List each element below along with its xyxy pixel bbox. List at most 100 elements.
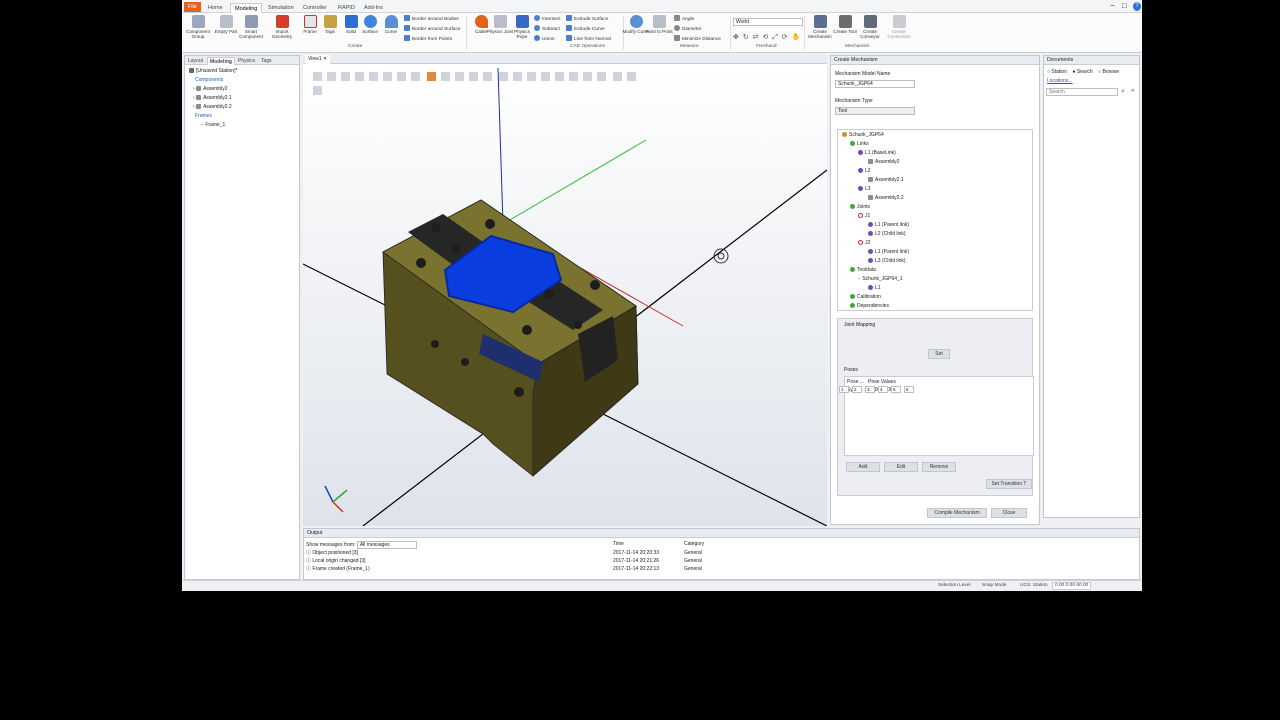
line-from-normal-button[interactable]: Line from Normal [566, 35, 611, 44]
ucs-indicator[interactable]: UCS: Station [1020, 582, 1048, 590]
tree-links[interactable]: Links [842, 140, 909, 149]
minimize-distance-button[interactable]: Minimize Distance [674, 35, 721, 44]
intersect-icon [534, 15, 540, 21]
tree-j2-child[interactable]: L3 (Child link) [842, 257, 909, 266]
close-view-icon[interactable]: ✕ [323, 56, 327, 62]
point-to-point-button[interactable]: Point to Point [645, 15, 673, 51]
set-button[interactable]: Set [928, 349, 950, 359]
help-icon[interactable]: ? [1133, 2, 1141, 11]
create-mechanism-button[interactable]: Create Mechanism [805, 15, 835, 51]
union-button[interactable]: Union [534, 35, 555, 44]
joint-map-4[interactable]: 4 [878, 386, 888, 393]
gripper-part[interactable] [382, 199, 639, 477]
add-pose-button[interactable]: Add [846, 462, 880, 472]
browse-radio[interactable]: ○ Browse [1098, 69, 1119, 75]
tree-root[interactable]: Schunk_JGP64 [842, 131, 909, 140]
tab-file[interactable]: File [184, 2, 201, 12]
snap-mode-button[interactable]: Snap Mode [982, 582, 1007, 590]
joint-map-5[interactable]: 5 [891, 386, 901, 393]
station-node[interactable]: [Unsaved Station]* [189, 67, 237, 76]
expand-icon[interactable]: » [1131, 88, 1134, 94]
documents-search-input[interactable] [1046, 88, 1118, 96]
tree-part-a3[interactable]: Assembly2.2 [842, 194, 909, 203]
tree-tooldata[interactable]: Tooldata [842, 266, 909, 275]
minimize-icon[interactable]: − [1110, 1, 1115, 11]
reference-frame-select[interactable]: World [733, 18, 803, 26]
create-connection-button[interactable]: Create Connection [884, 15, 914, 51]
tree-joint-j2[interactable]: J2 [842, 239, 909, 248]
tree-part-a1[interactable]: Assembly2 [842, 158, 909, 167]
subtract-button[interactable]: Subtract [534, 25, 560, 34]
component-assembly2[interactable]: › Assembly2 [189, 85, 237, 94]
component-assembly2-2[interactable]: › Assembly2.2 [189, 103, 237, 112]
selection-level-button[interactable]: Selection Level [938, 582, 971, 590]
tab-home[interactable]: Home [204, 3, 227, 13]
tab-modeling[interactable]: Modeling [230, 3, 263, 13]
joint-map-3[interactable]: 3 [865, 386, 875, 393]
tab-simulation[interactable]: Simulation [264, 3, 298, 13]
tab-controller[interactable]: Controller [299, 3, 331, 13]
set-transition-button[interactable]: Set Transition T [986, 479, 1032, 489]
3d-viewport[interactable] [303, 64, 827, 526]
tree-tooldata-item[interactable]: ⌐ Schunk_JGP64_1 [842, 275, 909, 284]
tree-joint-j1[interactable]: J1 [842, 212, 909, 221]
tab-physics[interactable]: Physics [236, 57, 257, 65]
tree-link-l2[interactable]: L2 [842, 167, 909, 176]
edit-pose-button[interactable]: Edit [884, 462, 918, 472]
tab-tags[interactable]: Tags [259, 57, 274, 65]
border-from-points-button[interactable]: Border from Points [404, 35, 452, 44]
tree-j1-parent[interactable]: L1 (Parent link) [842, 221, 909, 230]
maximize-icon[interactable]: □ [1122, 1, 1127, 11]
intersect-button[interactable]: Intersect [534, 15, 560, 24]
joint-map-1[interactable]: 1 [839, 386, 849, 393]
tree-joints[interactable]: Joints [842, 203, 909, 212]
joint-mapping-label: Joint Mapping [844, 322, 876, 328]
category-column-header: Category [684, 541, 705, 547]
tree-link-l1[interactable]: L1 (BaseLink) [842, 149, 909, 158]
extrude-curve-button[interactable]: Extrude Curve [566, 25, 605, 34]
component-assembly2-1[interactable]: › Assembly2.1 [189, 94, 237, 103]
tree-tooldata-link[interactable]: L1 [842, 284, 909, 293]
frame-node[interactable]: ⌐ Frame_1 [189, 121, 237, 130]
tab-layout[interactable]: Layout [186, 57, 205, 65]
search-icon[interactable]: ⌕ [1121, 88, 1125, 96]
station-radio[interactable]: ○ Station [1047, 69, 1067, 75]
joint-map-2[interactable]: 2 [852, 386, 862, 393]
component-group-button[interactable]: Component Group [184, 15, 212, 51]
group-label-freehand: Freehand [756, 44, 777, 49]
output-row[interactable]: ⓘ Local origin changed [3] 2017-11-14 20:… [306, 557, 1126, 565]
tab-rapid[interactable]: RAPID [334, 3, 359, 13]
tab-add-ins[interactable]: Add-Ins [360, 3, 387, 13]
message-filter-select[interactable]: All messages [356, 541, 417, 549]
output-row[interactable]: ⓘ Frame created (Frame_1) 2017-11-14 20:2… [306, 565, 1126, 573]
tree-dependencies[interactable]: Dependencies [842, 302, 909, 311]
tree-j2-parent[interactable]: L1 (Parent link) [842, 248, 909, 257]
import-geometry-button[interactable]: Import Geometry [268, 15, 296, 51]
tab-modeling-browser[interactable]: Modeling [207, 57, 235, 65]
compile-mechanism-button[interactable]: Compile Mechanism [927, 508, 987, 518]
freehand-tools[interactable]: ✥ ↻ ⇄ ⟲ ⤢ ⟳ ✋ [733, 33, 801, 42]
smart-component-button[interactable]: Smart Component [237, 15, 265, 51]
close-button[interactable]: Close [991, 508, 1027, 518]
curve-button[interactable]: Curve [377, 15, 405, 51]
physics-rope-button[interactable]: Physics Rope [508, 15, 536, 51]
empty-part-button[interactable]: Empty Part [212, 15, 240, 51]
locations-link[interactable]: Locations... [1047, 78, 1073, 84]
tree-part-a2[interactable]: Assembly2.1 [842, 176, 909, 185]
border-around-surface-button[interactable]: Border around Surface [404, 25, 461, 34]
tree-j1-child[interactable]: L2 (Child link) [842, 230, 909, 239]
tree-link-l3[interactable]: L3 [842, 185, 909, 194]
border-around-bodies-button[interactable]: Border around Bodies [404, 15, 459, 24]
extrude-icon [566, 25, 572, 31]
tab-view1[interactable]: View1 ✕ [305, 55, 331, 64]
measure-angle-button[interactable]: Angle [674, 15, 694, 24]
model-name-input[interactable]: Schunk_JGP64 [835, 80, 915, 88]
tree-calibration[interactable]: Calibration [842, 293, 909, 302]
joint-map-6[interactable]: 6 [904, 386, 914, 393]
extrude-surface-button[interactable]: Extrude Surface [566, 15, 608, 24]
mechanism-type-select[interactable]: Tool [835, 107, 915, 115]
search-radio[interactable]: ● Search [1072, 69, 1092, 75]
output-row[interactable]: ⓘ Object positioned [3] 2017-11-14 20:20:… [306, 549, 1126, 557]
measure-diameter-button[interactable]: Diameter [674, 25, 701, 34]
remove-pose-button[interactable]: Remove [922, 462, 956, 472]
